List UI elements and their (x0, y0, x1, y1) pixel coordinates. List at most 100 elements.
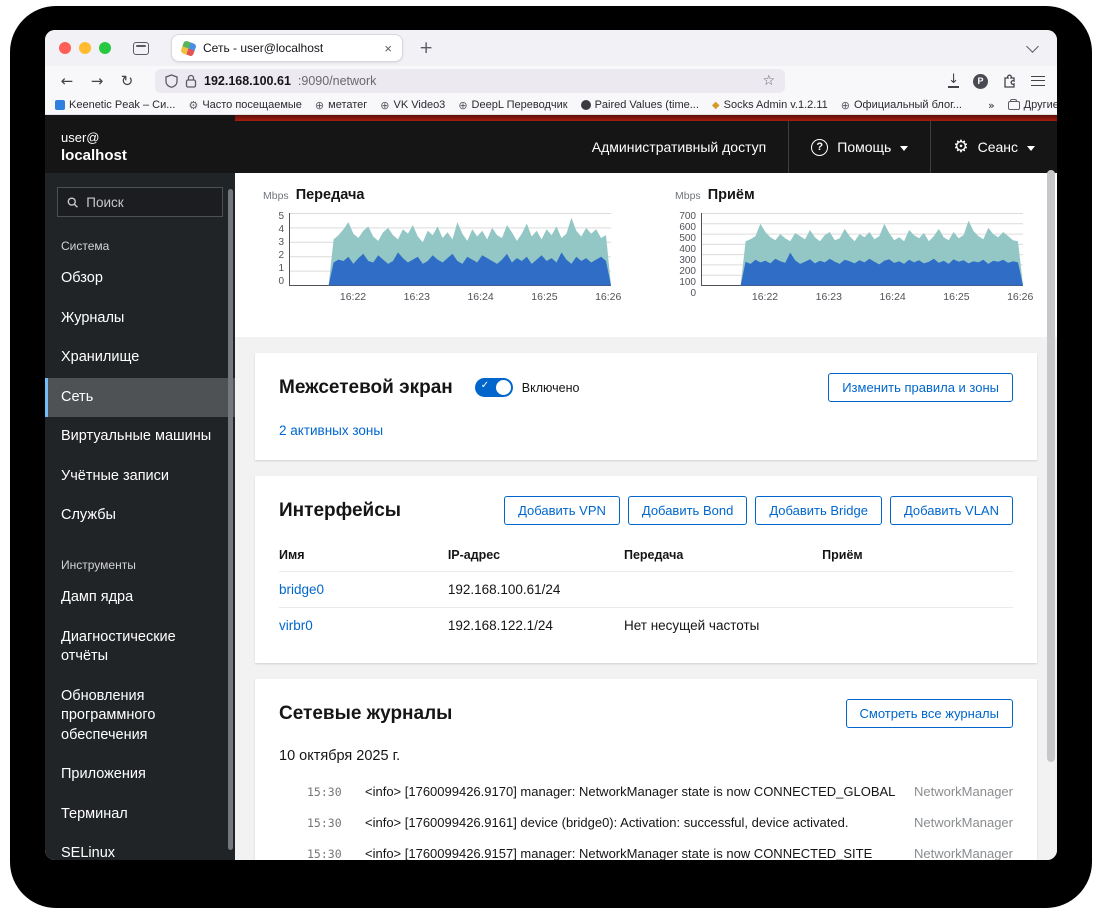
bookmark-item[interactable]: ⚙Часто посещаемые (188, 99, 301, 111)
interface-rx (822, 572, 1013, 608)
sidebar-item-kernel-dump[interactable]: Дамп ядра (45, 578, 235, 618)
sidebar-item-accounts[interactable]: Учётные записи (45, 457, 235, 497)
log-entry[interactable]: 15:30 <info> [1760099426.9161] device (b… (279, 807, 1013, 838)
tab-close-icon[interactable]: × (384, 41, 392, 56)
user-host-label: user@ localhost (45, 121, 235, 173)
log-service: NetworkManager (914, 784, 1013, 799)
globe-icon: ⊕ (458, 100, 467, 111)
browser-window: Сеть - user@localhost × + ← → ↻ 192.168.… (45, 30, 1057, 860)
log-message: <info> [1760099426.9170] manager: Networ… (365, 784, 900, 799)
bookmark-star-icon[interactable]: ☆ (762, 73, 775, 89)
sidebar-item-logs[interactable]: Журналы (45, 299, 235, 339)
session-menu-button[interactable]: ⚙ Сеанс (930, 121, 1057, 173)
sidebar-item-overview[interactable]: Обзор (45, 259, 235, 299)
host-name: localhost (61, 146, 235, 165)
admin-access-button[interactable]: Административный доступ (570, 121, 788, 173)
lock-security-icon[interactable] (185, 74, 197, 88)
folder-icon (1008, 101, 1020, 110)
other-bookmarks-folder[interactable]: Другие закладки (1008, 99, 1057, 111)
search-input[interactable] (86, 195, 213, 210)
sidebar-section-tools: Инструменты (45, 550, 235, 578)
firewall-toggle[interactable]: ✓ (475, 378, 513, 397)
interface-tx (624, 572, 822, 608)
bookmark-item[interactable]: ⊕метатег (315, 99, 367, 111)
view-all-logs-button[interactable]: Смотреть все журналы (846, 699, 1013, 728)
sidebar-item-terminal[interactable]: Терминал (45, 795, 235, 835)
bookmark-item[interactable]: ⊕VK Video3 (380, 99, 445, 111)
chart-title: Передача (296, 187, 365, 203)
interface-link-virbr0[interactable]: virbr0 (279, 618, 313, 633)
edit-rules-zones-button[interactable]: Изменить правила и зоны (828, 373, 1013, 402)
active-zones-link[interactable]: 2 активных зоны (279, 423, 383, 438)
log-service: NetworkManager (914, 815, 1013, 830)
menu-hamburger-icon[interactable] (1031, 76, 1045, 86)
help-menu-button[interactable]: ? Помощь (788, 121, 930, 173)
user-name: user@ (61, 129, 235, 146)
add-bond-button[interactable]: Добавить Bond (628, 496, 747, 525)
shield-permissions-icon[interactable] (165, 74, 178, 88)
firewall-state-label: Включено (522, 381, 580, 395)
interfaces-card: Интерфейсы Добавить VPN Добавить Bond До… (255, 476, 1037, 663)
search-icon (67, 196, 78, 209)
sidebar-item-network[interactable]: Сеть (45, 378, 235, 418)
bookmark-item[interactable]: ⊕DeepL Переводчик (458, 99, 567, 111)
bookmarks-overflow-chevron[interactable]: » (988, 99, 995, 112)
minimize-window-button[interactable] (79, 42, 91, 54)
tab-strip: Сеть - user@localhost × + (45, 30, 1057, 66)
log-entry[interactable]: 15:30 <info> [1760099426.9170] manager: … (279, 776, 1013, 807)
x-axis-labels: 16:2216:2316:2416:2516:26 (706, 291, 1025, 307)
toolbar-right: ↓ P (948, 74, 1045, 89)
y-axis-labels: 543210 (261, 211, 289, 287)
add-vpn-button[interactable]: Добавить VPN (504, 496, 620, 525)
chevron-down-icon (900, 146, 908, 151)
bookmark-item[interactable]: Paired Values (time... (581, 99, 699, 111)
interface-rx (822, 608, 1013, 644)
sidebar-item-storage[interactable]: Хранилище (45, 338, 235, 378)
main-area: Mbps Передача 543210 16:2216:2316:2416:2… (235, 173, 1057, 860)
active-tab[interactable]: Сеть - user@localhost × (171, 34, 403, 62)
network-logs-card: Сетевые журналы Смотреть все журналы 10 … (255, 679, 1037, 860)
receive-chart: Mbps Приём 7006005004003002001000 16:221… (673, 187, 1025, 307)
bookmark-item[interactable]: Keenetic Peak – Си... (55, 99, 175, 111)
zoom-window-button[interactable] (99, 42, 111, 54)
navigation-bar: ← → ↻ 192.168.100.61 :9090/network ☆ ↓ P (45, 66, 1057, 96)
profile-badge-icon[interactable]: P (973, 74, 988, 89)
receive-chart-plot (701, 211, 1023, 287)
sidebar-scrollbar[interactable] (228, 189, 233, 850)
add-bridge-button[interactable]: Добавить Bridge (755, 496, 882, 525)
sidebar: Система Обзор Журналы Хранилище Сеть Вир… (45, 173, 235, 860)
globe-icon: ⊕ (841, 100, 850, 111)
sidebar-item-diagnostic-reports[interactable]: Диагностические отчёты (45, 618, 235, 677)
sidebar-item-software-updates[interactable]: Обновления программного обеспечения (45, 677, 235, 756)
new-tab-button[interactable]: + (419, 38, 433, 58)
close-window-button[interactable] (59, 42, 71, 54)
table-row[interactable]: bridge0 192.168.100.61/24 (279, 572, 1013, 608)
bee-icon: ◆ (712, 100, 720, 111)
firefox-view-icon[interactable] (133, 42, 149, 55)
forward-button[interactable]: → (87, 72, 107, 90)
extension-icon[interactable] (1002, 74, 1017, 89)
back-button[interactable]: ← (57, 72, 77, 90)
sidebar-item-services[interactable]: Службы (45, 496, 235, 536)
sidebar-item-applications[interactable]: Приложения (45, 755, 235, 795)
sidebar-search[interactable] (57, 187, 223, 217)
bookmark-item[interactable]: ◆Socks Admin v.1.2.11 (712, 99, 828, 111)
add-vlan-button[interactable]: Добавить VLAN (890, 496, 1013, 525)
downloads-icon[interactable]: ↓ (948, 75, 959, 88)
page-scrollbar[interactable] (1047, 170, 1055, 762)
url-bar[interactable]: 192.168.100.61 :9090/network ☆ (155, 69, 785, 93)
y-axis-labels: 7006005004003002001000 (673, 211, 701, 287)
sidebar-item-virtual-machines[interactable]: Виртуальные машины (45, 417, 235, 457)
reload-button[interactable]: ↻ (117, 72, 137, 90)
chart-unit-label: Mbps (263, 190, 289, 202)
bookmark-item[interactable]: ⊕Официальный блог... (841, 99, 962, 111)
url-path: :9090/network (298, 74, 756, 88)
interface-tx: Нет несущей частоты (624, 608, 822, 644)
tab-list-chevron-icon[interactable] (1026, 40, 1039, 53)
interface-link-bridge0[interactable]: bridge0 (279, 582, 324, 597)
table-row[interactable]: virbr0 192.168.122.1/24 Нет несущей част… (279, 608, 1013, 644)
log-entry[interactable]: 15:30 <info> [1760099426.9157] manager: … (279, 838, 1013, 860)
url-host: 192.168.100.61 (204, 74, 291, 88)
sidebar-item-selinux[interactable]: SELinux (45, 834, 235, 860)
chart-title: Приём (708, 187, 755, 203)
